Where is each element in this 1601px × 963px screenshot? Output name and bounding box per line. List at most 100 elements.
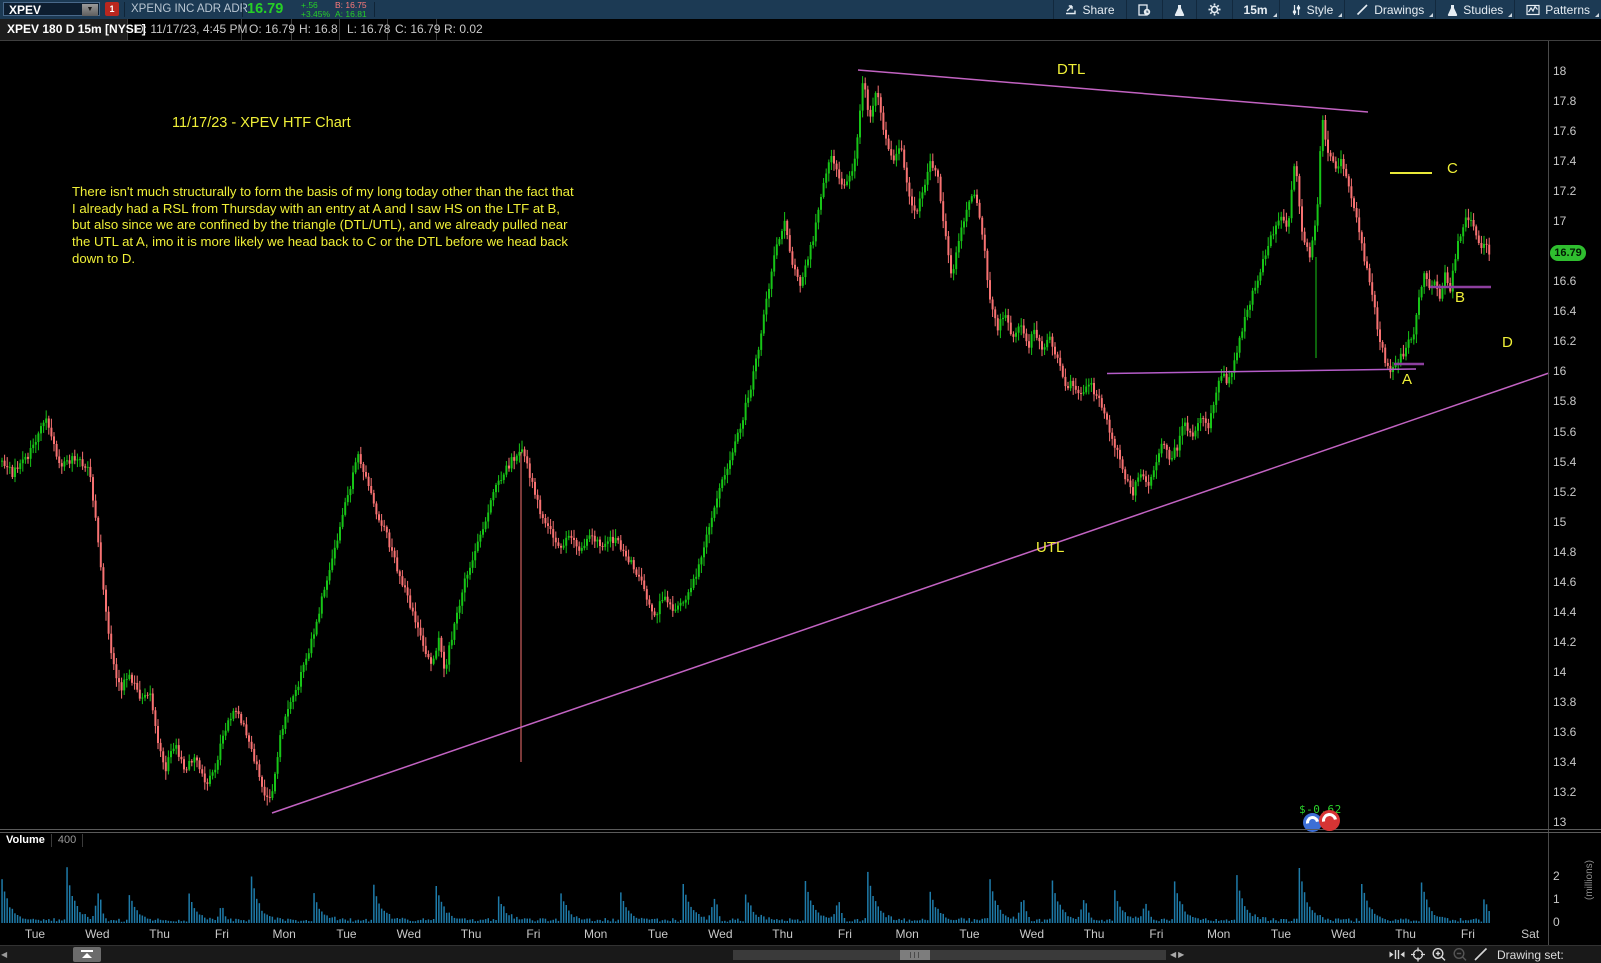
day-axis-label: Fri (1460, 927, 1475, 941)
price-tick-label: 14.6 (1553, 574, 1577, 589)
volume-pane-header: Volume 400 (0, 834, 84, 847)
drawing-set-label[interactable]: Drawing set: Default (1497, 948, 1601, 963)
day-axis-label: Wed (708, 927, 733, 941)
top-toolbar: XPEV ▼ 1 XPENG INC ADR ADR 16.79 +.56 +3… (0, 0, 1601, 19)
day-axis-label: Fri (526, 927, 541, 941)
drawings-button[interactable]: Drawings (1344, 0, 1435, 19)
chart-title[interactable]: XPEV 180 D 15m [NYSE] (0, 19, 146, 40)
price-tick-label: 15.4 (1553, 454, 1577, 469)
price-tick-label: 13 (1553, 815, 1567, 829)
gear-icon (1208, 3, 1221, 16)
patterns-button[interactable]: Patterns (1514, 0, 1601, 19)
reports-button[interactable] (1125, 0, 1162, 19)
style-button[interactable]: Style (1278, 0, 1345, 19)
chart-label-D[interactable]: D (1502, 334, 1513, 351)
day-axis-label: Tue (959, 927, 980, 941)
price-chart-canvas[interactable] (0, 0, 1601, 963)
price-tick-label: 17.2 (1553, 184, 1577, 199)
trendline-DTL[interactable] (857, 69, 1369, 113)
symbol-input[interactable]: XPEV ▼ (3, 2, 100, 17)
day-axis-label: Mon (272, 927, 296, 941)
chart-label-A[interactable]: A (1402, 371, 1412, 388)
day-axis-label: Wed (1331, 927, 1356, 941)
fibonacci-tool-bubble-icon[interactable] (1319, 810, 1340, 831)
last-price-axis-badge: 16.79 (1550, 244, 1586, 261)
volume-tick-label: 2 (1553, 869, 1560, 883)
collapse-icon-triangle (82, 953, 92, 958)
chart-label-B[interactable]: B (1455, 289, 1465, 306)
price-tick-label: 14 (1553, 664, 1567, 679)
day-axis-label: Tue (647, 927, 669, 941)
day-axis-label: Wed (1019, 927, 1045, 941)
price-tick-label: 18 (1553, 64, 1567, 78)
pane-splitter[interactable] (0, 829, 1601, 830)
expand-bars-icon[interactable] (1388, 947, 1406, 963)
drawings-label: Drawings (1374, 2, 1425, 17)
day-axis-label: Fri (1149, 927, 1164, 941)
annotation-title[interactable]: 11/17/23 - XPEV HTF Chart (172, 115, 351, 131)
last-price: 16.79 (247, 1, 284, 17)
price-tick-label: 16.6 (1553, 274, 1577, 289)
symbol-dropdown-icon[interactable]: ▼ (82, 4, 98, 16)
ask-value: A: 16.81 (335, 8, 367, 19)
crosshair-target-icon[interactable] (1410, 947, 1426, 963)
bid-ask: B: 16.75 A: 16.81 (335, 1, 367, 18)
quick-study-button[interactable] (1161, 0, 1196, 19)
chart-scrollbar-thumb[interactable] (900, 950, 930, 960)
day-axis-label: Thu (772, 927, 793, 941)
price-tick-label: 15 (1553, 514, 1567, 529)
calendar-clock-icon (1137, 3, 1150, 16)
price-tick-label: 14.4 (1553, 604, 1577, 619)
price-tick-label: 15.6 (1553, 424, 1577, 439)
price-tick-label: 13.2 (1553, 785, 1577, 799)
annotation-note-line: There isn't much structurally to form th… (72, 184, 574, 199)
share-button[interactable]: Share (1052, 0, 1126, 19)
day-axis-label: Mon (584, 927, 608, 941)
timeframe-button[interactable]: 15m (1231, 0, 1279, 19)
price-tick-label: 13.8 (1553, 694, 1577, 709)
day-axis-label: Fri (837, 927, 852, 941)
scroll-step-arrows[interactable]: ◀▶ (1170, 950, 1186, 959)
style-label: Style (1306, 2, 1334, 17)
annotation-note-line: the UTL at A, imo it is more likely we h… (72, 234, 568, 250)
day-axis-label: Thu (1395, 927, 1416, 941)
chart-label-C[interactable]: C (1447, 160, 1458, 177)
toolbar-separator (242, 2, 243, 17)
symbol-text: XPEV (9, 3, 42, 17)
day-axis-label: Thu (460, 927, 482, 941)
studies-button[interactable]: Studies (1435, 0, 1514, 19)
annotation-note-line: but also since we are confined by the tr… (72, 217, 568, 233)
chart-scrollbar-track[interactable] (733, 950, 1166, 960)
header-open: O: 16.79 (242, 19, 295, 40)
price-tick-label: 17 (1553, 214, 1567, 229)
drawing-tool-icon[interactable] (1473, 947, 1489, 963)
alert-badge[interactable]: 1 (105, 2, 119, 16)
chart-label-DTL[interactable]: DTL (1057, 61, 1085, 78)
trendline-A-support-line[interactable] (1106, 368, 1417, 375)
scroll-left-arrow[interactable]: ◀ (1, 950, 7, 959)
company-name: XPENG INC ADR ADR (131, 3, 248, 15)
price-tick-label: 13.6 (1553, 724, 1577, 739)
toolbar-right-group: Share 15m Style Drawings Studies Pattern… (1052, 0, 1601, 19)
day-axis-label: Tue (1270, 927, 1292, 941)
chart-label-UTL[interactable]: UTL (1036, 539, 1064, 556)
price-tick-label: 17.4 (1553, 154, 1577, 169)
day-axis-label: Mon (1207, 927, 1231, 941)
studies-flask-icon (1448, 4, 1458, 16)
toolbar-separator (374, 2, 375, 17)
pane-splitter[interactable] (0, 832, 1601, 833)
settings-button[interactable] (1195, 0, 1232, 19)
collapse-pane-button[interactable] (73, 947, 101, 962)
trendline-UTL[interactable] (271, 372, 1550, 814)
zoom-in-icon[interactable] (1431, 947, 1447, 963)
volume-label[interactable]: Volume (0, 834, 52, 847)
share-label: Share (1082, 2, 1115, 17)
zoom-out-icon[interactable] (1452, 947, 1468, 963)
day-axis-label: Fri (214, 927, 229, 941)
volume-axis-unit: (millions) (1584, 860, 1595, 900)
patterns-label: Patterns (1545, 2, 1590, 17)
price-tick-label: 17.8 (1553, 94, 1577, 108)
price-tick-label: 15.8 (1553, 394, 1577, 409)
studies-label: Studies (1463, 2, 1504, 17)
change-pct: +3.45% (301, 8, 331, 19)
